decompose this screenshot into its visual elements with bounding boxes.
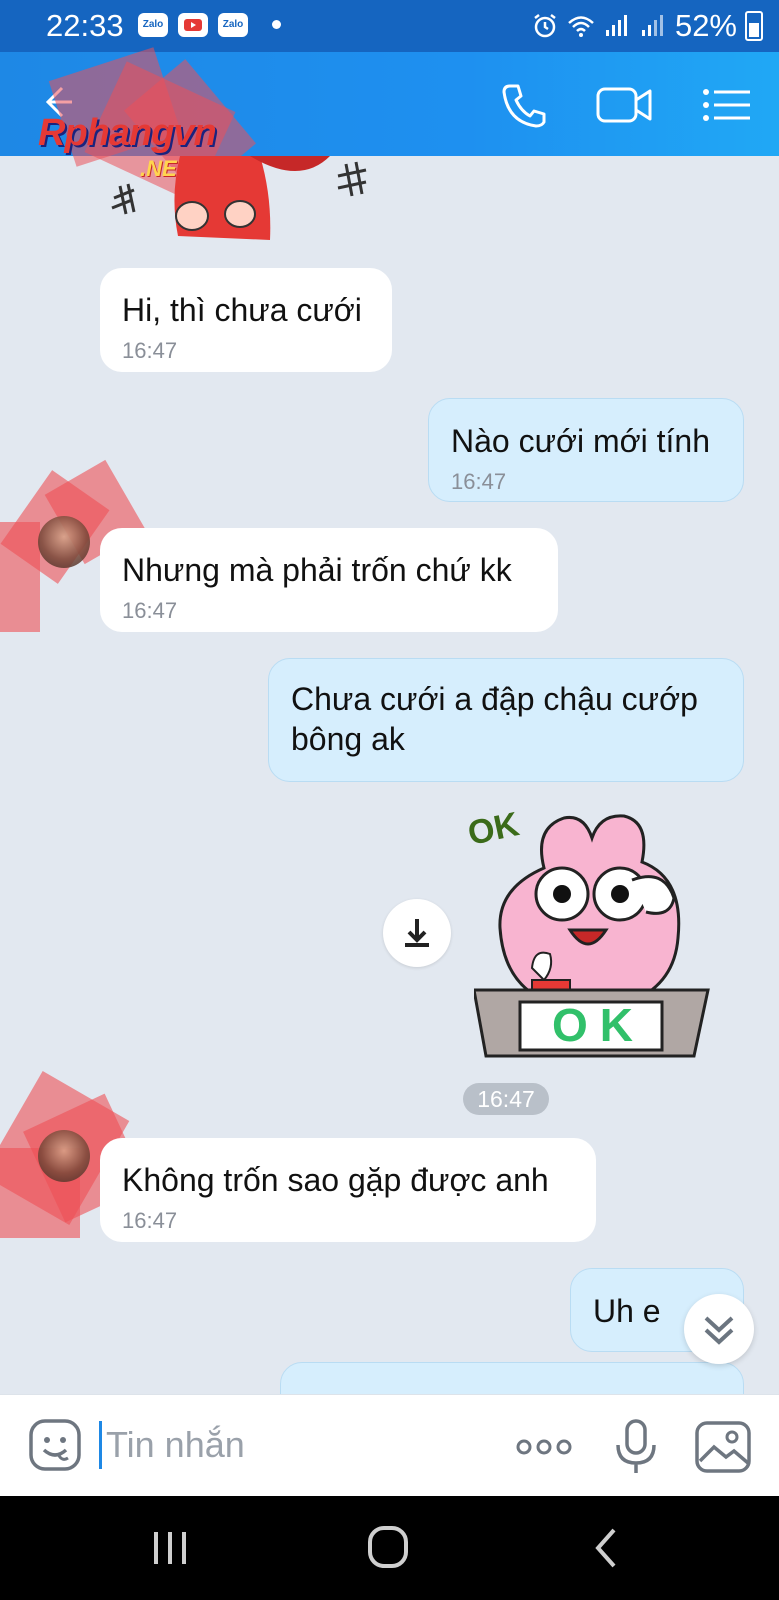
message-text: Không trốn sao gặp được anh: [122, 1162, 549, 1198]
message-input-bar: [0, 1394, 779, 1496]
sticker-ok-sign: OK: [552, 999, 645, 1051]
message-bubble-incoming[interactable]: Không trốn sao gặp được anh 16:47: [100, 1138, 596, 1242]
signal-icon: [605, 15, 627, 36]
video-call-icon[interactable]: [594, 80, 656, 130]
recent-apps-icon[interactable]: [140, 1520, 200, 1576]
chat-header: Rphangvn .NET: [0, 47, 779, 203]
message-text: Chưa cưới a đập chậu cướp bông ak: [291, 681, 698, 757]
home-icon[interactable]: [358, 1520, 418, 1576]
signal-icon: [641, 15, 663, 36]
android-navigation-bar: [0, 1496, 779, 1600]
avatar-photo: [38, 1130, 90, 1182]
message-text: Nào cưới mới tính: [451, 423, 711, 459]
message-time: 16:47: [122, 598, 178, 623]
more-options-icon[interactable]: [512, 1417, 576, 1477]
menu-list-icon[interactable]: [700, 80, 754, 130]
image-gallery-icon[interactable]: [694, 1417, 752, 1477]
phone-icon[interactable]: [496, 80, 552, 130]
battery-percent: 52%: [674, 8, 737, 43]
message-text: Hi, thì chưa cưới: [122, 292, 362, 328]
avatar-photo: [38, 516, 90, 568]
partial-sticker: [111, 156, 367, 240]
message-time: 16:47: [451, 469, 507, 494]
message-bubble-outgoing-partial[interactable]: [280, 1362, 744, 1394]
zalo-notification-icon: Zalo: [138, 13, 168, 37]
download-sticker-button[interactable]: [383, 899, 451, 967]
message-list[interactable]: Hi, thì chưa cưới 16:47 Nào cưới mới tín…: [0, 156, 779, 1394]
text-caret: [99, 1421, 102, 1469]
message-input[interactable]: [106, 1413, 486, 1477]
wifi-icon: [568, 16, 594, 37]
message-bubble-incoming[interactable]: Hi, thì chưa cưới 16:47: [100, 268, 392, 372]
message-bubble-outgoing[interactable]: Nào cưới mới tính 16:47: [428, 398, 744, 502]
double-chevron-down-icon: [704, 1316, 734, 1345]
message-text: Nhưng mà phải trốn chứ kk: [122, 552, 512, 588]
more-notifications-dot: [272, 20, 281, 29]
back-icon[interactable]: [576, 1520, 636, 1576]
watermark-text: Rphangvn: [38, 112, 217, 154]
message-bubble-incoming[interactable]: Nhưng mà phải trốn chứ kk 16:47: [100, 528, 558, 632]
message-bubble-outgoing[interactable]: Chưa cưới a đập chậu cướp bông ak: [268, 658, 744, 782]
emoji-sticker-icon[interactable]: [28, 1418, 82, 1472]
battery-icon: [745, 11, 763, 41]
zalo-notification-icon: Zalo: [218, 13, 248, 37]
scroll-to-bottom-button[interactable]: [684, 1294, 754, 1364]
alarm-icon: [534, 14, 556, 38]
status-bar: 22:33 Zalo Zalo 52%: [0, 0, 779, 52]
status-time: 22:33: [46, 8, 124, 43]
status-right: 52%: [531, 8, 763, 44]
message-time: 16:47: [122, 338, 178, 363]
ok-sticker[interactable]: OK OK: [465, 805, 734, 1068]
sticker-time: 16:47: [463, 1083, 549, 1115]
youtube-notification-icon: [178, 13, 208, 37]
microphone-icon[interactable]: [606, 1417, 666, 1477]
message-time: 16:47: [122, 1208, 178, 1233]
download-icon: [405, 919, 429, 947]
